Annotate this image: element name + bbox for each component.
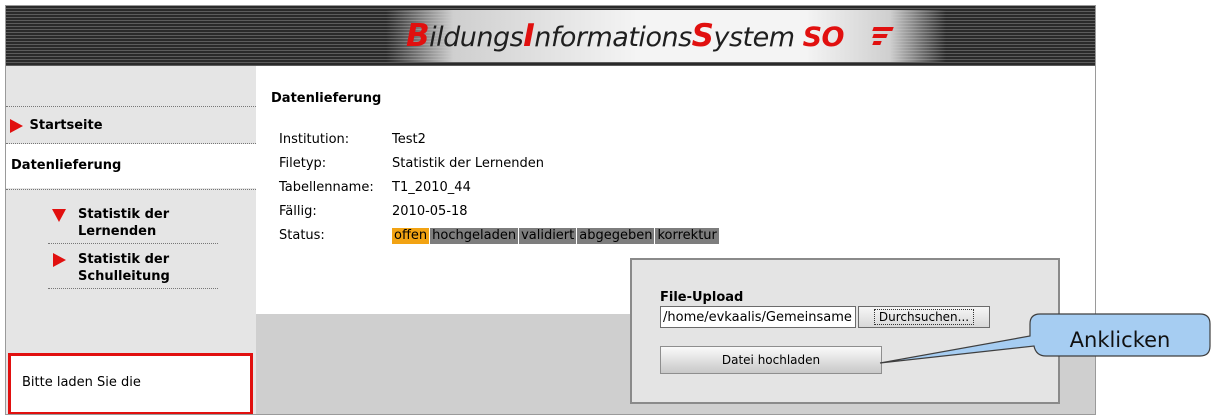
triangle-right-icon: [53, 253, 66, 267]
header-banner: BildungsInformationsSystem SO: [6, 6, 1095, 66]
sidebar: Startseite Datenlieferung Statistik der …: [6, 66, 256, 414]
page-title: Datenlieferung: [271, 91, 382, 106]
info-label: Filetyp:: [279, 156, 327, 171]
logo-part: ystem: [713, 22, 803, 53]
info-value: T1_2010_44: [392, 180, 471, 195]
logo-part: nformations: [534, 22, 692, 53]
logo-part: ildungs: [429, 22, 524, 53]
notice-text: Bitte laden Sie die: [22, 375, 141, 390]
sidebar-item-label: Startseite: [29, 118, 103, 133]
sidebar-subitem-line2: Schulleitung: [78, 269, 170, 284]
app-logo: BildungsInformationsSystem SO: [406, 18, 845, 54]
sidebar-subitem-line2: Lernenden: [78, 224, 157, 239]
info-label: Status:: [279, 228, 325, 243]
file-path-input[interactable]: [660, 306, 856, 328]
status-steps: offen hochgeladen validiert abgegeben korrek…: [392, 228, 720, 244]
callout-bubble: [879, 313, 1211, 364]
info-row-institution: Institution: Test2: [279, 130, 426, 150]
info-label: Tabellenname:: [279, 180, 374, 195]
status-step-validiert[interactable]: validiert: [519, 228, 577, 244]
logo-mark-icon: [872, 27, 895, 45]
sidebar-item-label: Datenlieferung: [11, 158, 122, 173]
info-row-tabellenname: Tabellenname: T1_2010_44: [279, 178, 471, 198]
info-row-filetyp: Filetyp: Statistik der Lernenden: [279, 154, 544, 174]
status-step-hochgeladen[interactable]: hochgeladen: [430, 228, 519, 244]
info-value: Test2: [392, 132, 426, 147]
sidebar-subitem-lernende[interactable]: Statistik der Lernenden: [6, 206, 256, 246]
callout-text: Anklicken: [1069, 328, 1171, 352]
sidebar-subitem-schulleitung[interactable]: Statistik der Schulleitung: [6, 251, 256, 291]
info-value: Statistik der Lernenden: [392, 156, 544, 171]
logo-part: S: [691, 18, 714, 54]
status-step-korrektur[interactable]: korrektur: [655, 228, 719, 244]
logo-part: I: [523, 18, 535, 54]
info-label: Institution:: [279, 132, 350, 147]
logo-part: SO: [802, 22, 845, 53]
info-row-faellig: Fällig: 2010-05-18: [279, 202, 468, 222]
info-value: 2010-05-18: [392, 204, 468, 219]
triangle-down-icon: [52, 209, 66, 222]
sidebar-item-startseite[interactable]: Startseite: [6, 112, 256, 140]
status-step-offen[interactable]: offen: [392, 228, 430, 244]
triangle-right-icon: [10, 118, 23, 133]
upload-title: File-Upload: [660, 290, 744, 305]
logo-part: B: [406, 18, 430, 54]
info-label: Fällig:: [279, 204, 317, 219]
sidebar-item-datenlieferung[interactable]: Datenlieferung: [6, 144, 256, 188]
notice-box: Bitte laden Sie die: [8, 353, 253, 414]
status-step-abgegeben[interactable]: abgegeben: [577, 228, 655, 244]
sidebar-subitem-line1: Statistik der: [78, 207, 170, 222]
upload-file-button[interactable]: Datei hochladen: [660, 346, 882, 374]
sidebar-subitem-line1: Statistik der: [78, 252, 170, 267]
info-row-status: Status: offen hochgeladen validiert abgegebe…: [279, 226, 720, 246]
